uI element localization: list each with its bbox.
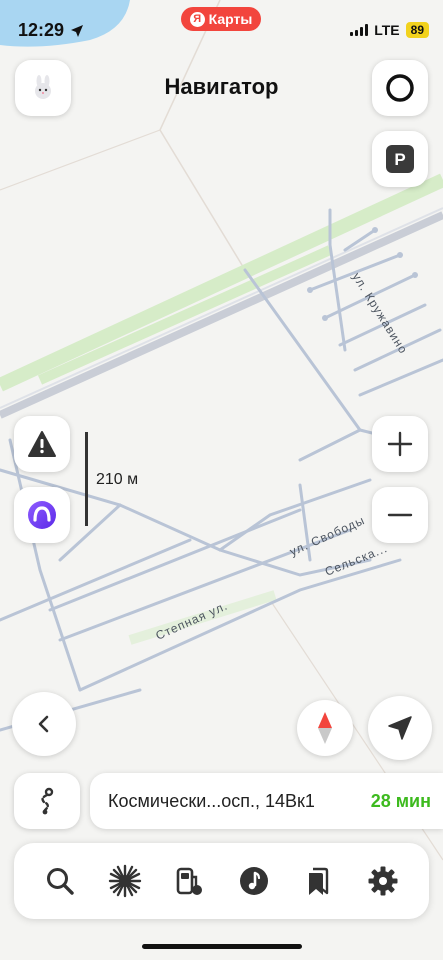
alice-assistant-button[interactable] <box>372 60 428 116</box>
settings-icon <box>368 866 398 896</box>
settings-button[interactable] <box>363 861 403 901</box>
scale-label: 210 м <box>96 471 139 488</box>
route-eta: 28 мин <box>370 790 431 811</box>
signal-icon <box>350 24 369 36</box>
chevron-left-icon <box>38 715 49 733</box>
minus-icon <box>387 513 413 517</box>
route-options-button[interactable] <box>14 773 80 829</box>
music-icon <box>239 867 268 895</box>
parking-button[interactable]: P <box>372 131 428 187</box>
scale-bar <box>85 432 88 526</box>
warning-icon <box>28 431 56 457</box>
route-icon <box>41 787 54 815</box>
zoom-in-button[interactable] <box>372 416 428 472</box>
svg-text:P: P <box>394 150 405 169</box>
compass-icon <box>318 712 332 744</box>
compass-button[interactable] <box>297 700 353 756</box>
fuel-button[interactable] <box>169 861 209 901</box>
app-name: Карты <box>208 11 253 27</box>
route-destination: Космически...осп., 14Вк1 <box>108 790 315 811</box>
back-button[interactable] <box>12 692 76 756</box>
search-icon <box>47 868 74 895</box>
bookmarks-button[interactable] <box>298 861 338 901</box>
home-indicator[interactable] <box>142 944 302 949</box>
search-button[interactable] <box>40 861 80 901</box>
navigation-arrow-icon <box>388 716 412 740</box>
battery-level: 89 <box>405 22 429 38</box>
network-type: LTE <box>374 22 400 38</box>
yandex-logo-icon: Я <box>189 11 205 27</box>
alice-button[interactable] <box>14 487 70 543</box>
app-return-pill[interactable]: Я Карты <box>181 7 261 31</box>
bottom-toolbar <box>14 843 429 919</box>
fuel-station-icon <box>176 867 203 895</box>
clock: 12:29 <box>18 20 65 40</box>
music-button[interactable] <box>234 861 274 901</box>
parking-icon: P <box>386 145 414 173</box>
profile-button[interactable] <box>15 60 71 116</box>
bookmark-icon <box>309 867 329 895</box>
plus-icon <box>387 431 413 457</box>
ring-icon <box>386 74 414 102</box>
bunny-avatar-icon <box>35 75 51 99</box>
alice-icon <box>28 501 56 529</box>
route-card[interactable]: Космически...осп., 14Вк1 28 мин <box>90 773 443 829</box>
my-location-button[interactable] <box>368 696 432 760</box>
day-night-button[interactable] <box>105 861 145 901</box>
status-time: 12:29 <box>18 20 84 41</box>
status-indicators: LTE 89 <box>350 22 429 38</box>
sun-icon <box>108 864 141 898</box>
location-arrow-icon <box>71 24 84 37</box>
zoom-out-button[interactable] <box>372 487 428 543</box>
road-events-button[interactable] <box>14 416 70 472</box>
